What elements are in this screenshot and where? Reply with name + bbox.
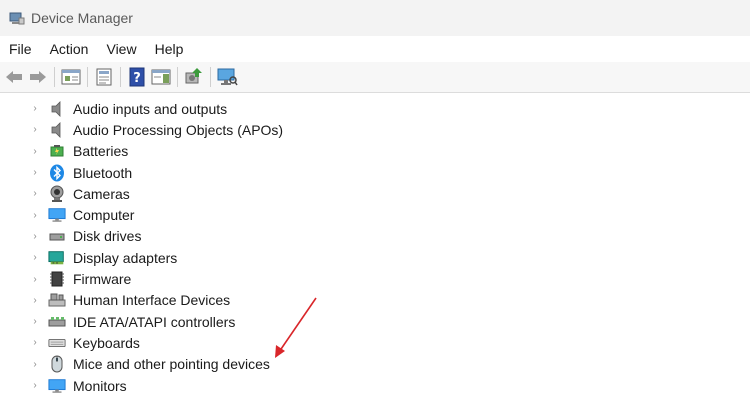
menu-bar: File Action View Help (0, 36, 750, 62)
battery-icon (48, 142, 66, 160)
action-pane-icon[interactable] (149, 65, 173, 89)
tree-item-label: Computer (73, 207, 135, 224)
toolbar-separator (120, 67, 121, 87)
display-adapter-icon (48, 249, 66, 267)
tree-item-firmware[interactable]: › Firmware (0, 268, 750, 289)
tree-item-label: IDE ATA/ATAPI controllers (73, 313, 236, 330)
tree-item-label: Bluetooth (73, 164, 133, 181)
tree-item-batteries[interactable]: › Batteries (0, 141, 750, 162)
tree-item-label: Disk drives (73, 228, 142, 245)
menu-file[interactable]: File (0, 41, 41, 57)
tree-item-label: Human Interface Devices (73, 292, 231, 309)
monitor-icon (48, 377, 66, 395)
update-driver-icon[interactable] (182, 65, 206, 89)
chevron-right-icon[interactable]: › (30, 231, 40, 242)
forward-arrow-icon[interactable] (26, 65, 50, 89)
hid-icon (48, 291, 66, 309)
tree-item-bluetooth[interactable]: › Bluetooth (0, 162, 750, 183)
camera-icon (48, 185, 66, 203)
scan-hardware-icon[interactable] (215, 65, 239, 89)
chevron-right-icon[interactable]: › (30, 274, 40, 285)
toolbar-separator (54, 67, 55, 87)
chevron-right-icon[interactable]: › (30, 188, 40, 199)
chevron-right-icon[interactable]: › (30, 124, 40, 135)
chevron-right-icon[interactable]: › (30, 210, 40, 221)
chevron-right-icon[interactable]: › (30, 252, 40, 263)
tree-item-audio-processing[interactable]: › Audio Processing Objects (APOs) (0, 119, 750, 140)
title-bar: Device Manager (0, 0, 750, 36)
ide-controller-icon (48, 313, 66, 331)
device-manager-app-icon (9, 10, 25, 26)
firmware-icon (48, 270, 66, 288)
tree-item-label: Cameras (73, 185, 130, 202)
tree-item-label: Display adapters (73, 249, 178, 266)
tree-item-cameras[interactable]: › Cameras (0, 183, 750, 204)
toolbar-separator (177, 67, 178, 87)
bluetooth-icon (48, 164, 66, 182)
tree-item-mice[interactable]: › Mice and other pointing devices (0, 354, 750, 375)
device-tree: › Audio inputs and outputs › Audio Proce… (0, 98, 750, 396)
menu-help[interactable]: Help (146, 41, 193, 57)
back-arrow-icon[interactable] (2, 65, 26, 89)
tree-item-human-interface[interactable]: › Human Interface Devices (0, 290, 750, 311)
chevron-right-icon[interactable]: › (30, 167, 40, 178)
mouse-icon (48, 355, 66, 373)
tree-item-computer[interactable]: › Computer (0, 204, 750, 225)
svg-text:?: ? (133, 71, 141, 86)
chevron-right-icon[interactable]: › (30, 146, 40, 157)
help-icon[interactable]: ? (125, 65, 149, 89)
tree-item-label: Audio inputs and outputs (73, 100, 228, 117)
chevron-right-icon[interactable]: › (30, 316, 40, 327)
console-tree-icon[interactable] (59, 65, 83, 89)
menu-view[interactable]: View (97, 41, 145, 57)
disk-drive-icon (48, 227, 66, 245)
chevron-right-icon[interactable]: › (30, 359, 40, 370)
speaker-icon (48, 121, 66, 139)
speaker-icon (48, 100, 66, 118)
toolbar: ? (0, 62, 750, 93)
tree-item-ide-controllers[interactable]: › IDE ATA/ATAPI controllers (0, 311, 750, 332)
toolbar-separator (210, 67, 211, 87)
keyboard-icon (48, 334, 66, 352)
chevron-right-icon[interactable]: › (30, 295, 40, 306)
tree-item-monitors[interactable]: › Monitors (0, 375, 750, 396)
tree-item-label: Mice and other pointing devices (73, 356, 270, 373)
tree-item-display-adapters[interactable]: › Display adapters (0, 247, 750, 268)
chevron-right-icon[interactable]: › (30, 337, 40, 348)
computer-icon (48, 206, 66, 224)
tree-item-keyboards[interactable]: › Keyboards (0, 332, 750, 353)
tree-item-label: Audio Processing Objects (APOs) (73, 121, 284, 138)
tree-item-disk-drives[interactable]: › Disk drives (0, 226, 750, 247)
chevron-right-icon[interactable]: › (30, 380, 40, 391)
window-title: Device Manager (31, 10, 133, 26)
toolbar-separator (87, 67, 88, 87)
tree-item-label: Firmware (73, 271, 132, 288)
tree-item-audio-inputs[interactable]: › Audio inputs and outputs (0, 98, 750, 119)
properties-icon[interactable] (92, 65, 116, 89)
tree-item-label: Batteries (73, 143, 129, 160)
chevron-right-icon[interactable]: › (30, 103, 40, 114)
menu-action[interactable]: Action (41, 41, 98, 57)
tree-item-label: Keyboards (73, 334, 140, 351)
tree-item-label: Monitors (73, 377, 127, 394)
